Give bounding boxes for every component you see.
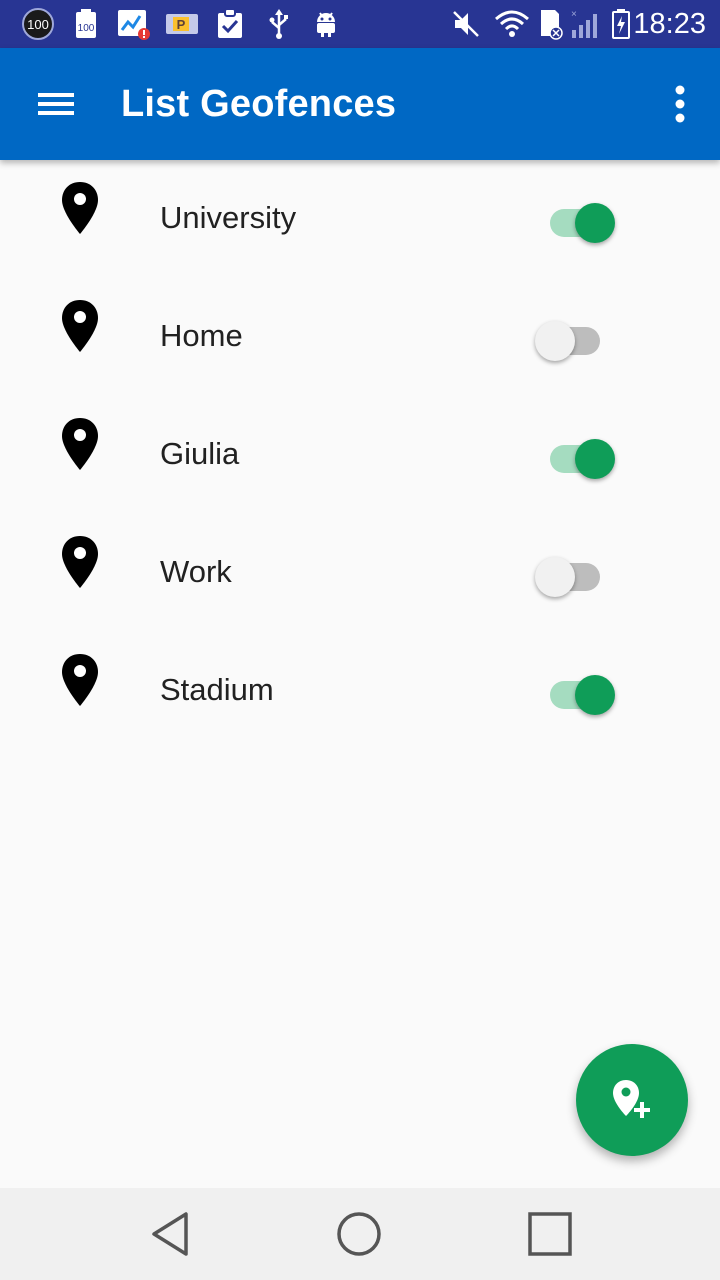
app-bar: List Geofences: [0, 48, 720, 160]
geofence-toggle-university[interactable]: [535, 197, 619, 243]
back-icon: [152, 1212, 188, 1256]
geofence-toggle-home[interactable]: [535, 315, 619, 361]
location-pin-icon: [62, 654, 98, 706]
location-pin-icon: [62, 418, 98, 470]
geofence-name: Work: [160, 554, 232, 589]
back-button[interactable]: [140, 1206, 200, 1262]
geofence-list: University Home Giulia Work Stadium: [0, 160, 720, 750]
sd-card-icon: [537, 8, 565, 40]
badge-100-text: 100: [27, 17, 49, 32]
geofence-name: University: [160, 200, 297, 235]
svg-text:×: ×: [571, 9, 577, 20]
usb-icon: [266, 8, 292, 40]
geofence-name: Stadium: [160, 672, 274, 707]
signal-icon: ×: [568, 8, 602, 40]
switch-thumb: [535, 557, 575, 597]
switch-thumb: [575, 203, 615, 243]
switch-thumb: [575, 675, 615, 715]
screen: 100 100 P × 18:23 List Geofences Univers…: [0, 0, 720, 1280]
geofence-toggle-giulia[interactable]: [535, 433, 619, 479]
mute-icon: [450, 8, 482, 40]
switch-thumb: [535, 321, 575, 361]
battery-charging-icon: [610, 8, 632, 40]
battery-100-text: 100: [78, 23, 95, 34]
gallery-alert-icon: [116, 8, 152, 40]
geofence-name: Home: [160, 318, 243, 353]
geofence-name: Giulia: [160, 436, 240, 471]
badge-100-icon: 100: [20, 8, 56, 40]
recents-button[interactable]: [520, 1206, 580, 1262]
geofence-toggle-work[interactable]: [535, 551, 619, 597]
page-title: List Geofences: [121, 83, 397, 125]
add-geofence-button[interactable]: [576, 1044, 688, 1156]
wifi-icon: [494, 8, 530, 40]
system-nav-bar: [0, 1188, 720, 1280]
location-pin-icon: [62, 536, 98, 588]
more-vertical-icon: [675, 85, 685, 123]
overflow-menu-button[interactable]: [656, 72, 704, 136]
parking-text: P: [177, 17, 186, 32]
menu-button[interactable]: [24, 72, 88, 136]
location-pin-icon: [62, 300, 98, 352]
recents-icon: [528, 1212, 572, 1256]
switch-thumb: [575, 439, 615, 479]
parking-icon: P: [165, 8, 199, 40]
add-location-icon: [613, 1080, 650, 1118]
geofence-toggle-stadium[interactable]: [535, 669, 619, 715]
battery-100-icon: 100: [72, 8, 100, 40]
home-button[interactable]: [329, 1206, 389, 1262]
geofence-item-giulia[interactable]: Giulia: [0, 396, 720, 514]
status-bar: 100 100 P × 18:23: [0, 0, 720, 48]
hamburger-menu-icon: [38, 93, 74, 115]
geofence-item-stadium[interactable]: Stadium: [0, 632, 720, 750]
geofence-item-work[interactable]: Work: [0, 514, 720, 632]
location-pin-icon: [62, 182, 98, 234]
geofence-item-home[interactable]: Home: [0, 278, 720, 396]
home-icon: [337, 1212, 381, 1256]
geofence-item-university[interactable]: University: [0, 160, 720, 278]
status-time: 18:23: [633, 8, 706, 40]
android-icon: [310, 8, 342, 40]
clipboard-check-icon: [214, 8, 246, 40]
